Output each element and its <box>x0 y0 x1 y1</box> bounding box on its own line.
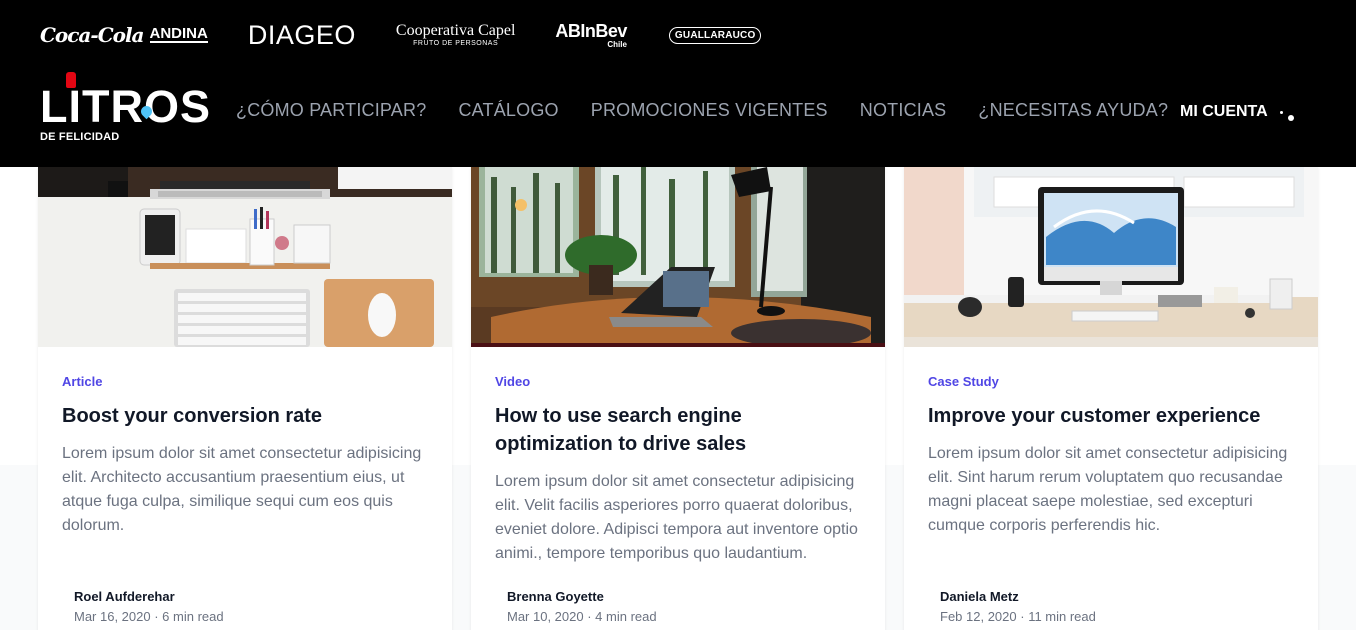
card-author: Brenna Goyette Mar 10, 2020 · 4 min read <box>507 589 657 625</box>
guallarauco-logo[interactable]: GUALLARAUCO <box>668 26 762 44</box>
abinbev-logo-sub: Chile <box>607 39 627 49</box>
card-image-imac-desk[interactable] <box>904 167 1318 347</box>
read-time: 11 min read <box>1028 609 1096 624</box>
post-date: Mar 16, 2020 <box>74 609 151 624</box>
read-time: 4 min read <box>595 609 657 624</box>
main-nav: ¿CÓMO PARTICIPAR? CATÁLOGO PROMOCIONES V… <box>236 100 1200 121</box>
abinbev-logo[interactable]: ABInBev Chile <box>555 22 627 49</box>
card-category[interactable]: Case Study <box>928 374 1298 390</box>
card-title[interactable]: Improve your customer experience <box>928 402 1298 430</box>
nav-ayuda[interactable]: ¿NECESITAS AYUDA? <box>978 100 1168 121</box>
nav-catalogo[interactable]: CATÁLOGO <box>458 100 558 121</box>
author-name[interactable]: Daniela Metz <box>940 589 1096 605</box>
author-name[interactable]: Brenna Goyette <box>507 589 657 605</box>
capel-logo-main: Cooperativa Capel <box>395 21 516 39</box>
card-author: Roel Aufderehar Mar 16, 2020 · 6 min rea… <box>74 589 224 625</box>
post-date: Feb 12, 2020 <box>940 609 1017 624</box>
card-body: Case Study Improve your customer experie… <box>928 374 1298 538</box>
blog-card[interactable]: Video How to use search engine optimizat… <box>471 167 885 630</box>
card-category[interactable]: Video <box>495 374 865 390</box>
post-meta: Mar 16, 2020 · 6 min read <box>74 609 224 624</box>
capel-logo[interactable]: Cooperativa Capel FRUTO DE PERSONAS <box>395 21 516 48</box>
read-time: 6 min read <box>162 609 224 624</box>
card-image-window-desk[interactable] <box>471 167 885 347</box>
post-meta: Mar 10, 2020 · 4 min read <box>507 609 657 624</box>
card-description: Lorem ipsum dolor sit amet consectetur a… <box>495 473 858 562</box>
card-description: Lorem ipsum dolor sit amet consectetur a… <box>62 445 422 534</box>
site-header: Coca-Cola ANDINA DIAGEO Cooperativa Cape… <box>0 0 1356 167</box>
card-image-desk-top-view[interactable] <box>38 167 452 347</box>
account-label: MI CUENTA <box>1180 103 1268 120</box>
sponsor-logos: Coca-Cola ANDINA DIAGEO Cooperativa Cape… <box>40 18 762 52</box>
coca-cola-logo[interactable]: Coca-Cola <box>40 23 145 47</box>
post-meta: Feb 12, 2020 · 11 min read <box>940 609 1096 624</box>
nav-noticias[interactable]: NOTICIAS <box>860 100 947 121</box>
blog-card[interactable]: Article Boost your conversion rate Lorem… <box>38 167 452 630</box>
abinbev-logo-main: ABInBev <box>555 20 627 41</box>
litros-logo[interactable]: LITROS DE FELICIDAD <box>40 70 210 145</box>
nav-promociones[interactable]: PROMOCIONES VIGENTES <box>591 100 828 121</box>
nav-como-participar[interactable]: ¿CÓMO PARTICIPAR? <box>236 100 426 121</box>
card-title[interactable]: How to use search engine optimization to… <box>495 402 865 458</box>
card-category[interactable]: Article <box>62 374 432 390</box>
card-author: Daniela Metz Feb 12, 2020 · 11 min read <box>940 589 1096 625</box>
capel-logo-sub: FRUTO DE PERSONAS <box>413 39 499 47</box>
account-menu-icon <box>1276 102 1296 122</box>
author-name[interactable]: Roel Aufderehar <box>74 589 224 605</box>
card-description: Lorem ipsum dolor sit amet consectetur a… <box>928 445 1288 534</box>
andina-logo[interactable]: ANDINA <box>149 26 208 43</box>
card-title[interactable]: Boost your conversion rate <box>62 402 432 430</box>
card-body: Video How to use search engine optimizat… <box>495 374 865 566</box>
brand-name: LITROS <box>40 81 211 132</box>
card-body: Article Boost your conversion rate Lorem… <box>62 374 432 538</box>
diageo-logo[interactable]: DIAGEO <box>248 20 356 51</box>
account-menu[interactable]: MI CUENTA <box>1180 102 1296 122</box>
post-date: Mar 10, 2020 <box>507 609 584 624</box>
brand-tagline: DE FELICIDAD <box>40 131 120 143</box>
blog-card[interactable]: Case Study Improve your customer experie… <box>904 167 1318 630</box>
